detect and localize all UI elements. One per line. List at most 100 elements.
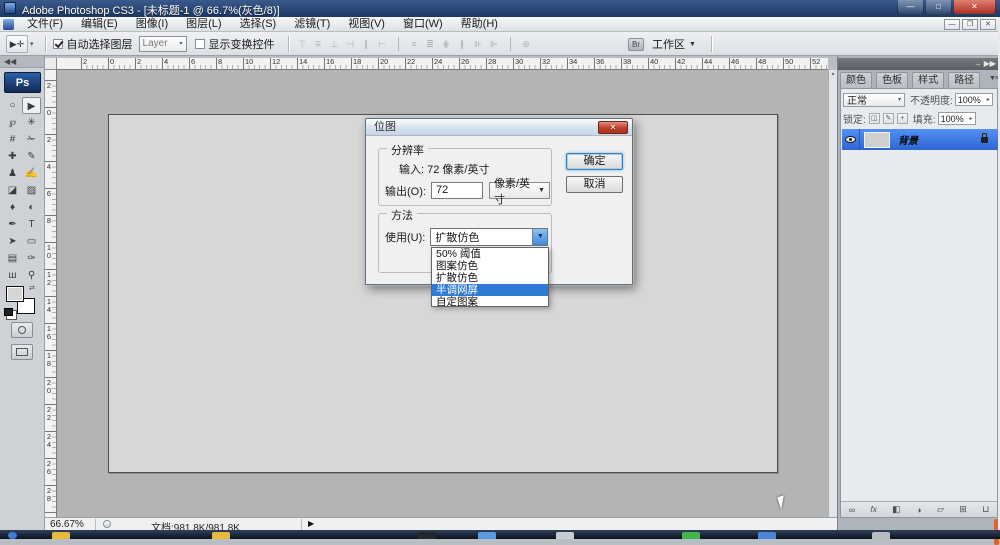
dropdown-option-diffusion-dither[interactable]: 扩散仿色 [432,272,548,284]
taskbar-icon[interactable] [682,532,700,539]
taskbar-icon[interactable] [418,532,436,539]
screen-mode-button[interactable] [11,344,33,360]
output-value-input[interactable]: 72 [431,182,483,199]
tool-preset-arrow-icon[interactable]: ▾ [30,40,34,48]
layer-thumbnail[interactable] [864,132,890,148]
align-icon[interactable]: ⊛ [510,37,533,51]
blend-mode-select[interactable]: 正常 ▾ [843,93,905,107]
menu-item[interactable]: 窗口(W) [394,17,452,32]
use-method-select[interactable]: 扩散仿色 ▼ [430,228,548,246]
chevron-down-icon[interactable]: ▼ [689,41,696,48]
lock-position-icon[interactable]: + [897,113,908,124]
tool-button[interactable]: ▨ [22,182,41,199]
link-layers-icon[interactable]: ∞ [849,505,855,515]
tab-swatches[interactable]: 色板 [876,72,908,88]
status-menu-arrow-icon[interactable]: ▶ [308,519,314,528]
taskbar-icon[interactable] [52,532,70,539]
panel-min-close-icons[interactable]: – × [976,60,996,69]
minimize-button[interactable]: — [897,0,924,14]
tool-button[interactable]: ✳ [22,114,41,131]
menu-item[interactable]: 文件(F) [18,17,72,32]
menu-item[interactable]: 视图(V) [339,17,394,32]
layer-style-icon[interactable]: fx [871,505,877,514]
ok-button[interactable]: 确定 [566,153,623,170]
doc-minimize-button[interactable]: — [944,19,960,30]
tool-button[interactable]: ✎ [22,148,41,165]
tool-button[interactable]: ▤ [3,250,22,267]
tool-button[interactable]: ✒ [3,216,22,233]
align-icon[interactable]: ⋕ [440,37,453,51]
align-icon[interactable]: ∦ [456,37,469,51]
tool-button[interactable]: ♟ [3,165,22,182]
layer-row-background[interactable]: 背景 [842,129,998,150]
default-colors-icon[interactable] [4,308,13,316]
tool-button[interactable]: ш [3,267,22,284]
go-to-bridge-icon[interactable]: Br [628,38,644,51]
cancel-button[interactable]: 取消 [566,176,623,193]
lock-pixels-icon[interactable]: ✎ [883,113,894,124]
dropdown-option-custom-pattern[interactable]: 自定图案 [432,296,548,308]
tool-button[interactable]: ◐ [22,199,41,216]
menu-item[interactable]: 图层(L) [177,17,230,32]
visibility-cell[interactable] [842,129,860,150]
tab-color[interactable]: 颜色 [840,72,872,88]
vertical-scrollbar[interactable]: ▲ [828,70,837,517]
tool-button[interactable]: ➤ [3,233,22,250]
output-unit-select[interactable]: 像素/英寸 ▼ [489,182,550,199]
tab-styles[interactable]: 样式 [912,72,944,88]
tool-button[interactable]: # [3,131,22,148]
dropdown-option-halftone-screen[interactable]: 半调网屏 [432,284,548,296]
tab-paths[interactable]: 路径 [948,72,980,88]
dropdown-option-pattern-dither[interactable]: 图案仿色 [432,260,548,272]
close-button[interactable]: ✕ [953,0,996,14]
tool-button[interactable]: ✍ [22,165,41,182]
swap-colors-icon[interactable]: ⇄ [29,284,35,292]
taskbar-icon[interactable] [8,532,17,539]
align-icon[interactable]: ∥ [360,37,373,51]
panel-menu-icon[interactable]: ▼≡ [989,75,998,82]
lock-transparency-icon[interactable]: ◫ [869,113,880,124]
tool-button[interactable]: ◪ [3,182,22,199]
taskbar-icon[interactable] [758,532,776,539]
align-icon[interactable]: ≡ [398,37,421,51]
align-icon[interactable]: ⊤ [296,37,309,51]
current-tool-icon[interactable]: ▶✛ [6,35,28,53]
align-icon[interactable]: ⊥ [328,37,341,51]
fill-field[interactable]: 100% ▸ [938,112,976,125]
dropdown-option-50-threshold[interactable]: 50% 阈值 [432,248,548,260]
align-icon[interactable]: ⊫ [488,37,501,51]
taskbar-icon[interactable] [212,532,230,539]
toolbox-collapse-bar[interactable]: ◀◀ [0,56,44,68]
adjustment-layer-icon[interactable]: ◑ [916,505,921,515]
align-icon[interactable]: ⊪ [472,37,485,51]
tool-button[interactable]: ⚲ [22,267,41,284]
menu-item[interactable]: 选择(S) [231,17,286,32]
menu-item[interactable]: 滤镜(T) [285,17,339,32]
workspace-label[interactable]: 工作区 [652,36,685,52]
tool-button[interactable]: ✁ [22,131,41,148]
tool-button[interactable]: ♦ [3,199,22,216]
tool-button[interactable]: ✚ [3,148,22,165]
layer-group-select[interactable]: Layer ▾ [139,36,187,52]
doc-restore-button[interactable]: ❐ [962,19,978,30]
taskbar-icon[interactable] [556,532,574,539]
menu-item[interactable]: 编辑(E) [72,17,127,32]
menu-item[interactable]: 帮助(H) [452,17,507,32]
tool-button[interactable]: ▶ [22,97,41,114]
align-icon[interactable]: ⊣ [344,37,357,51]
tool-button[interactable]: T [22,216,41,233]
taskbar-icon[interactable] [872,532,890,539]
scroll-up-icon[interactable]: ▲ [831,71,836,77]
dialog-close-button[interactable]: ✕ [598,121,628,134]
foreground-color-swatch[interactable] [6,286,24,302]
menu-item[interactable]: 图像(I) [127,17,177,32]
doc-close-button[interactable]: ✕ [980,19,996,30]
quick-mask-button[interactable] [11,322,33,338]
align-icon[interactable]: ∓ [312,37,325,51]
align-icon[interactable]: ⊢ [376,37,389,51]
layer-mask-icon[interactable]: ◧ [892,504,901,515]
tool-button[interactable]: ○ [3,97,22,114]
delete-layer-icon[interactable]: ⊔ [982,504,989,515]
tool-button[interactable]: ℘ [3,114,22,131]
dialog-title-bar[interactable]: 位图 ✕ [366,119,632,136]
